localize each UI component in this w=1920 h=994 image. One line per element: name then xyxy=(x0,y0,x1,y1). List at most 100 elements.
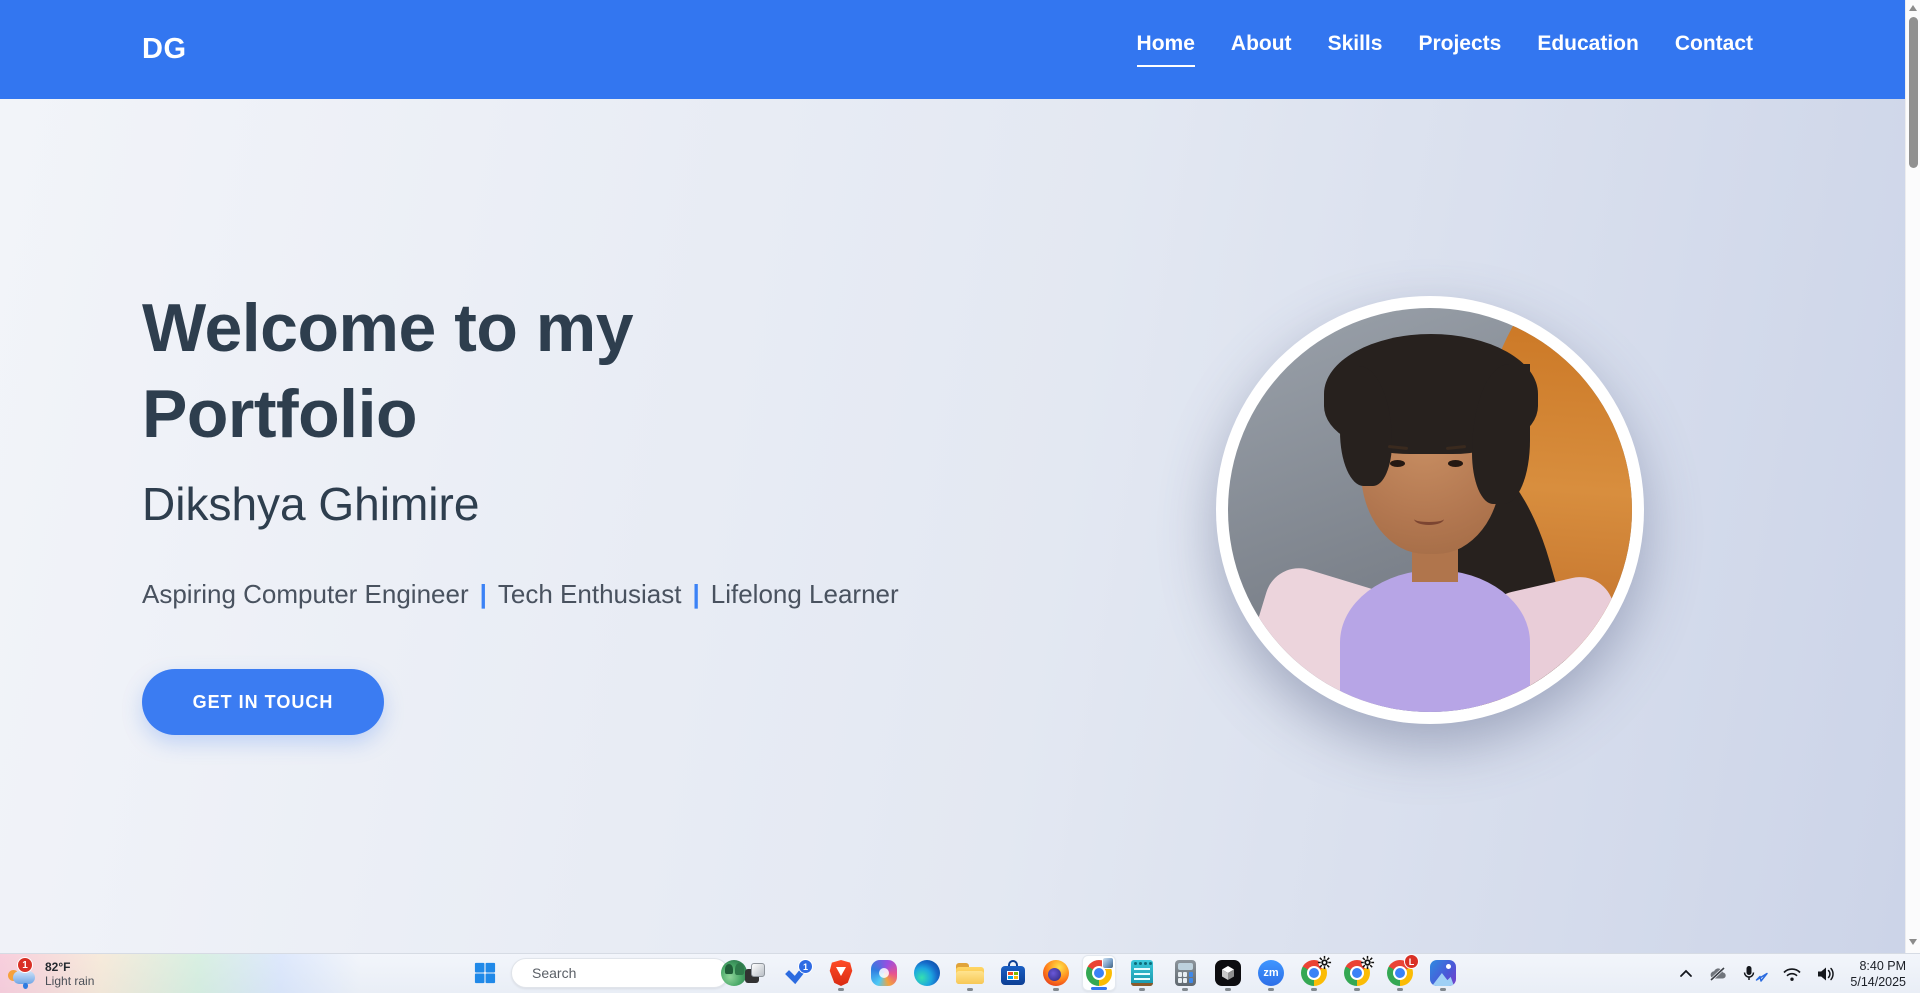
check-app-button[interactable]: 1 xyxy=(781,955,815,991)
running-indicator xyxy=(1397,988,1403,991)
raindrop-icon xyxy=(23,983,28,989)
speaker-icon xyxy=(1816,966,1836,982)
firefox-button[interactable] xyxy=(1039,955,1073,991)
edge-icon xyxy=(914,960,940,986)
cloud-slash-icon xyxy=(1708,966,1728,982)
chrome-profile-overlay xyxy=(1102,957,1114,969)
tagline-part-2: Tech Enthusiast xyxy=(498,579,682,609)
nav-link-projects[interactable]: Projects xyxy=(1418,32,1501,67)
photo-eye xyxy=(1390,460,1405,467)
file-explorer-button[interactable] xyxy=(953,955,987,991)
gear-overlay-icon xyxy=(1360,955,1375,975)
running-indicator xyxy=(967,988,973,991)
tagline-part-1: Aspiring Computer Engineer xyxy=(142,579,469,609)
microsoft-store-button[interactable] xyxy=(996,955,1030,991)
tagline-separator: | xyxy=(692,579,699,609)
page-title: Welcome to my Portfolio xyxy=(142,285,633,457)
scrollbar-up-arrow[interactable] xyxy=(1909,5,1917,11)
firefox-icon xyxy=(1043,960,1069,986)
photos-icon xyxy=(1430,960,1456,986)
chrome-profile-l-button[interactable]: L xyxy=(1383,955,1417,991)
microphone-in-use-icon xyxy=(1742,965,1768,983)
running-indicator xyxy=(1139,988,1145,991)
tagline: Aspiring Computer Engineer | Tech Enthusia… xyxy=(142,579,899,610)
taskbar-clock[interactable]: 8:40 PM 5/14/2025 xyxy=(1850,958,1906,991)
volume-button[interactable] xyxy=(1816,966,1836,982)
nav-link-skills[interactable]: Skills xyxy=(1328,32,1383,67)
windows-taskbar: 1 82°F Light rain xyxy=(0,953,1920,993)
copilot-button[interactable] xyxy=(867,955,901,991)
active-window-indicator xyxy=(1091,987,1107,990)
search-input[interactable] xyxy=(532,965,713,981)
running-indicator xyxy=(1354,988,1360,991)
cube-app-button[interactable] xyxy=(1211,955,1245,991)
wifi-icon xyxy=(1782,966,1802,982)
microsoft-store-icon xyxy=(1000,960,1026,986)
nav-links: Home About Skills Projects Education Con… xyxy=(1137,32,1753,67)
weather-rain-icon: 1 xyxy=(8,959,38,989)
tagline-separator: | xyxy=(480,579,487,609)
chevron-up-icon xyxy=(1678,967,1694,981)
windows-logo-icon xyxy=(474,962,496,984)
calculator-icon xyxy=(1175,960,1196,986)
chrome-button-active[interactable] xyxy=(1082,955,1116,991)
brave-icon xyxy=(829,960,853,986)
edge-browser-button[interactable] xyxy=(910,955,944,991)
cube-app-icon xyxy=(1215,960,1241,986)
weather-temperature: 82°F xyxy=(45,960,94,974)
page-title-line1: Welcome to my xyxy=(142,285,633,371)
nav-link-contact[interactable]: Contact xyxy=(1675,32,1753,67)
taskbar-search[interactable] xyxy=(511,958,729,988)
chrome-settings-button[interactable] xyxy=(1297,955,1331,991)
tagline-part-3: Lifelong Learner xyxy=(711,579,899,609)
weather-text: 82°F Light rain xyxy=(45,960,94,989)
clock-time: 8:40 PM xyxy=(1859,958,1906,974)
onedrive-status-button[interactable] xyxy=(1708,966,1728,982)
tray-overflow-button[interactable] xyxy=(1678,967,1694,981)
calculator-button[interactable] xyxy=(1168,955,1202,991)
scrollbar-thumb[interactable] xyxy=(1909,17,1918,168)
running-indicator xyxy=(838,988,844,991)
page-scrollbar[interactable] xyxy=(1905,0,1920,953)
page-title-line2: Portfolio xyxy=(142,371,633,457)
running-indicator xyxy=(1053,988,1059,991)
nav-link-about[interactable]: About xyxy=(1231,32,1292,67)
notepad-button[interactable] xyxy=(1125,955,1159,991)
chrome-settings-button-2[interactable] xyxy=(1340,955,1374,991)
weather-condition: Light rain xyxy=(45,974,94,988)
copilot-icon xyxy=(871,960,897,986)
photos-button[interactable] xyxy=(1426,955,1460,991)
site-logo[interactable]: DG xyxy=(142,33,187,66)
photo-lavender-sweater xyxy=(1340,570,1530,712)
photo-eye xyxy=(1448,460,1463,467)
profile-photo-image xyxy=(1228,308,1632,712)
nav-link-education[interactable]: Education xyxy=(1537,32,1639,67)
microphone-location-button[interactable] xyxy=(1742,965,1768,983)
gear-overlay-icon xyxy=(1317,955,1332,975)
running-indicator xyxy=(1440,988,1446,991)
check-app-icon: 1 xyxy=(785,960,811,986)
running-indicator xyxy=(1225,988,1231,991)
weather-notification-badge: 1 xyxy=(17,957,33,973)
running-indicator xyxy=(1182,988,1188,991)
profile-photo xyxy=(1216,296,1644,724)
notepad-icon xyxy=(1131,960,1153,986)
zoom-icon: zm xyxy=(1258,960,1284,986)
photo-smile xyxy=(1414,513,1444,525)
zoom-button[interactable]: zm xyxy=(1254,955,1288,991)
get-in-touch-button[interactable]: GET IN TOUCH xyxy=(142,669,384,735)
running-indicator xyxy=(1268,988,1274,991)
weather-widget[interactable]: 1 82°F Light rain xyxy=(8,956,94,992)
start-button[interactable] xyxy=(468,955,502,991)
brave-browser-button[interactable] xyxy=(824,955,858,991)
hero-section: Welcome to my Portfolio Dikshya Ghimire … xyxy=(0,99,1905,953)
check-app-badge: 1 xyxy=(798,959,813,974)
person-name: Dikshya Ghimire xyxy=(142,477,479,531)
taskbar-app-group: 1 xyxy=(468,953,1460,993)
running-indicator xyxy=(1311,988,1317,991)
nav-link-home[interactable]: Home xyxy=(1137,32,1195,67)
scrollbar-down-arrow[interactable] xyxy=(1909,939,1917,945)
chrome-l-badge: L xyxy=(1404,954,1419,969)
task-view-button[interactable] xyxy=(738,955,772,991)
wifi-button[interactable] xyxy=(1782,966,1802,982)
